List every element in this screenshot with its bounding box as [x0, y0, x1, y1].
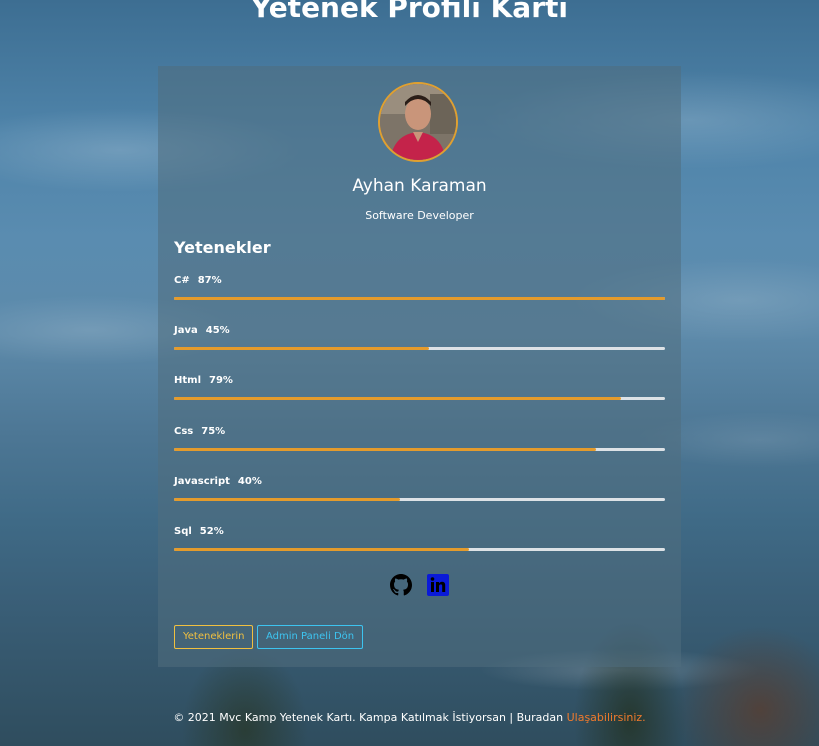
skill-progress-track: [174, 347, 665, 350]
profile-role: Software Developer: [365, 209, 474, 222]
skill-progress-fill: [174, 548, 469, 551]
admin-panel-button[interactable]: Admin Paneli Dön: [257, 625, 364, 649]
skills-heading: Yetenekler: [174, 238, 271, 257]
footer: © 2021 Mvc Kamp Yetenek Kartı. Kampa Kat…: [0, 711, 819, 724]
skill-item-java: Java 45%: [174, 325, 665, 355]
skill-percent: 45%: [205, 325, 230, 336]
skill-item-html: Html 79%: [174, 375, 665, 405]
skill-progress-track: [174, 498, 665, 501]
page-title: Yetenek Profili Kartı: [250, 0, 568, 24]
profile-name: Ayhan Karaman: [352, 176, 487, 196]
skill-label: Html: [174, 375, 201, 386]
skill-progress-fill: [174, 498, 400, 501]
skill-percent: 87%: [197, 275, 222, 286]
footer-contact-link[interactable]: Ulaşabilirsiniz.: [567, 711, 646, 724]
skills-button[interactable]: Yeteneklerin: [174, 625, 254, 649]
skill-percent: 79%: [209, 375, 233, 386]
skill-progress-track: [174, 448, 665, 451]
social-links: [158, 574, 681, 598]
skill-percent: 40%: [237, 476, 262, 487]
skill-percent: 75%: [201, 426, 226, 437]
skill-item-css: Css 75%: [174, 426, 665, 456]
skill-item-csharp: C# 87%: [174, 275, 665, 305]
skill-item-javascript: Javascript 40%: [174, 476, 665, 506]
skill-progress-fill: [174, 347, 430, 350]
github-icon[interactable]: [389, 574, 412, 596]
skill-percent: 52%: [199, 526, 224, 537]
footer-text: © 2021 Mvc Kamp Yetenek Kartı. Kampa Kat…: [173, 711, 564, 724]
skill-label: Javascript: [174, 476, 230, 487]
avatar: [378, 82, 458, 162]
skill-progress-track: [174, 548, 665, 551]
profile-card: Ayhan Karaman Software Developer Yetenek…: [158, 66, 681, 667]
skill-label: Java: [174, 325, 198, 336]
skill-label: C#: [174, 275, 190, 286]
skill-label: Css: [174, 426, 194, 437]
skill-progress-fill: [174, 448, 597, 451]
skill-progress-fill: [174, 397, 621, 400]
skill-progress-track: [174, 397, 665, 400]
avatar-photo: [380, 84, 456, 160]
skill-progress-fill: [174, 297, 665, 300]
skill-label: Sql: [174, 526, 192, 537]
skill-item-sql: Sql 52%: [174, 526, 665, 556]
skill-progress-track: [174, 297, 665, 300]
linkedin-icon[interactable]: [427, 574, 450, 596]
